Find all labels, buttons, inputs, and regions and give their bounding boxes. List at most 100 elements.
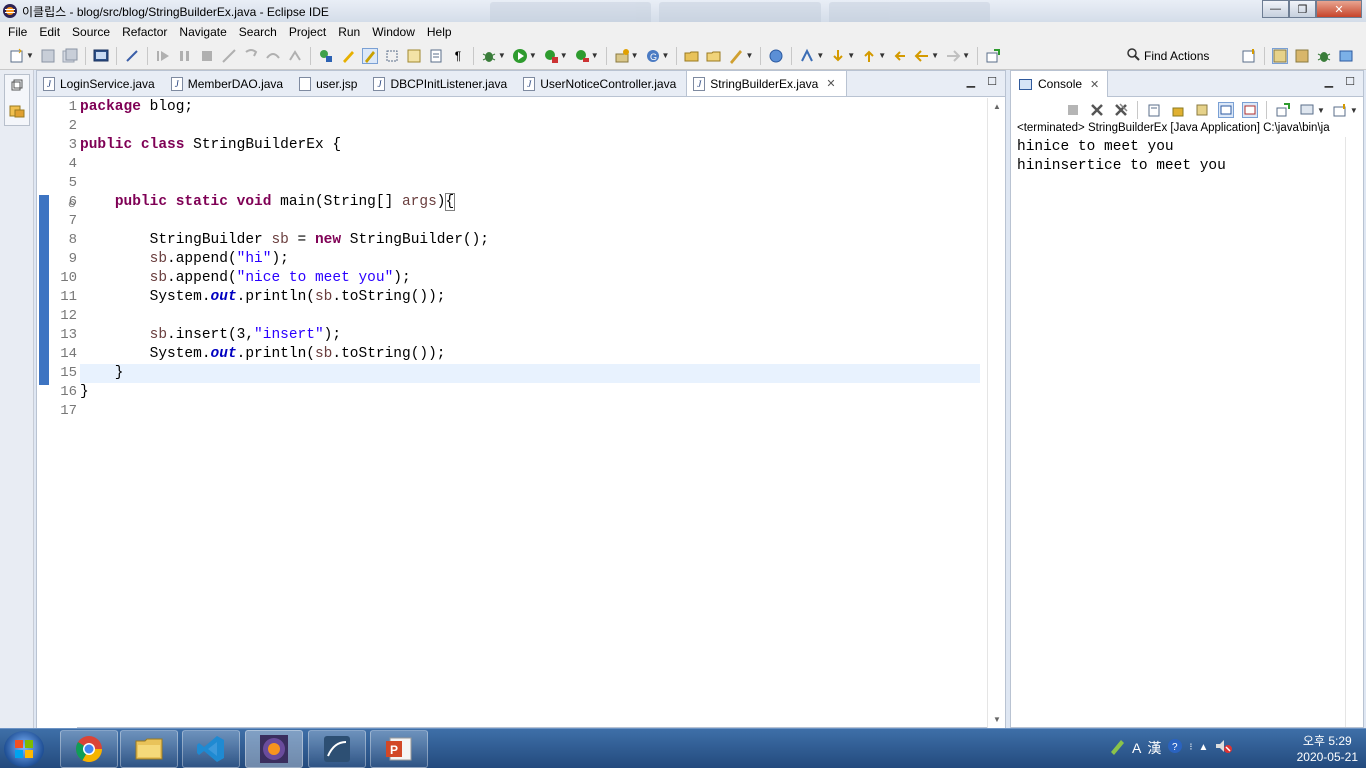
show-hidden-icons-icon[interactable]: ▲ xyxy=(1199,742,1209,753)
open-type-icon[interactable] xyxy=(318,48,334,64)
open-console-dropdown-icon[interactable]: ▼ xyxy=(1350,106,1358,115)
save-all-icon[interactable] xyxy=(62,48,78,64)
back-dropdown-icon[interactable]: ▼ xyxy=(931,51,939,60)
coverage-icon[interactable] xyxy=(543,48,559,64)
scroll-lock-icon[interactable] xyxy=(1170,102,1186,118)
new-class-icon[interactable]: G xyxy=(645,48,661,64)
word-wrap-console-icon[interactable] xyxy=(1194,102,1210,118)
pilcrow-icon[interactable]: ¶ xyxy=(450,48,466,64)
forward-dropdown-icon[interactable]: ▼ xyxy=(962,51,970,60)
open-task-icon[interactable] xyxy=(706,48,722,64)
windows-start-button[interactable] xyxy=(4,731,44,767)
debug-perspective-icon[interactable] xyxy=(1316,48,1332,64)
tab-login-service[interactable]: J LoginService.java xyxy=(37,72,165,96)
volume-muted-icon[interactable] xyxy=(1214,738,1233,757)
annotation-icon[interactable] xyxy=(799,48,815,64)
taskbar-powerpoint[interactable]: P xyxy=(370,730,428,768)
debug-icon[interactable] xyxy=(481,48,497,64)
run-icon[interactable] xyxy=(512,48,528,64)
open-console-icon[interactable] xyxy=(1332,102,1348,118)
menu-window[interactable]: Window xyxy=(366,22,421,42)
package-explorer-icon[interactable] xyxy=(9,102,25,121)
new-icon[interactable] xyxy=(9,48,25,64)
menu-navigate[interactable]: Navigate xyxy=(173,22,232,42)
mark-occurrences-icon[interactable] xyxy=(361,47,378,64)
tab-member-dao[interactable]: J MemberDAO.java xyxy=(165,72,293,96)
code-area[interactable]: 1 2 3 4 5 6 7 8 9 10 11 12 13 14 15 16 17 ⊖ package blog… xyxy=(37,98,989,728)
new-server-dropdown-icon[interactable]: ▼ xyxy=(631,51,639,60)
prev-annotation-dropdown-icon[interactable]: ▼ xyxy=(878,51,886,60)
ime-options-icon[interactable]: ⁝ xyxy=(1189,742,1192,753)
menu-edit[interactable]: Edit xyxy=(33,22,66,42)
coverage-dropdown-icon[interactable]: ▼ xyxy=(560,51,568,60)
minimize-pane-icon[interactable]: ▁ xyxy=(967,75,975,88)
display-console-dropdown-icon[interactable]: ▼ xyxy=(1317,106,1325,115)
menu-file[interactable]: File xyxy=(2,22,33,42)
tab-console[interactable]: Console ✕ xyxy=(1011,71,1109,97)
console-output[interactable]: hinice to meet you hininsertice to meet … xyxy=(1017,138,1226,176)
back-icon[interactable] xyxy=(914,48,930,64)
external-tools-dropdown-icon[interactable]: ▼ xyxy=(591,51,599,60)
restore-icon[interactable] xyxy=(11,79,23,94)
menu-help[interactable]: Help xyxy=(421,22,458,42)
menu-search[interactable]: Search xyxy=(233,22,283,42)
taskbar-vscode[interactable] xyxy=(182,730,240,768)
taskbar-clock[interactable]: 오후 5:29 2020-05-21 xyxy=(1297,733,1358,765)
ime-tool-icon[interactable] xyxy=(1108,737,1126,758)
show-whitespace-icon[interactable] xyxy=(428,48,444,64)
debug-dropdown-icon[interactable]: ▼ xyxy=(498,51,506,60)
minimize-console-icon[interactable]: ▁ xyxy=(1325,75,1333,88)
search-dropdown-icon[interactable]: ▼ xyxy=(745,51,753,60)
find-actions-button[interactable]: Find Actions xyxy=(1126,47,1209,64)
taskbar-file-explorer[interactable] xyxy=(120,730,178,768)
forward-icon[interactable] xyxy=(945,48,961,64)
pin-console-icon[interactable] xyxy=(1275,102,1291,118)
annotation-dropdown-icon[interactable]: ▼ xyxy=(816,51,824,60)
last-edit-icon[interactable] xyxy=(892,48,908,64)
save-icon[interactable] xyxy=(40,48,56,64)
taskbar-eclipse-javaee[interactable] xyxy=(245,730,303,768)
search-pencil-icon[interactable] xyxy=(728,48,744,64)
next-annotation-dropdown-icon[interactable]: ▼ xyxy=(847,51,855,60)
show-on-stdout-icon[interactable] xyxy=(1218,102,1234,118)
new-class-dropdown-icon[interactable]: ▼ xyxy=(662,51,670,60)
maximize-pane-icon[interactable]: ☐ xyxy=(987,75,997,88)
open-folder-icon[interactable] xyxy=(684,48,700,64)
scroll-down-icon[interactable]: ▼ xyxy=(993,715,1001,724)
run-dropdown-icon[interactable]: ▼ xyxy=(529,51,537,60)
toggle-highlight-icon[interactable] xyxy=(340,48,356,64)
help-icon[interactable]: ? xyxy=(1167,738,1183,757)
globe-icon[interactable] xyxy=(768,48,784,64)
clear-console-icon[interactable] xyxy=(1146,102,1162,118)
menu-project[interactable]: Project xyxy=(283,22,332,42)
ime-hanja-indicator[interactable]: 漢 xyxy=(1147,738,1161,758)
block-selection-icon[interactable] xyxy=(384,48,400,64)
show-on-stderr-icon[interactable] xyxy=(1242,102,1258,118)
menu-source[interactable]: Source xyxy=(66,22,116,42)
menu-run[interactable]: Run xyxy=(332,22,366,42)
tab-user-jsp[interactable]: user.jsp xyxy=(293,72,367,96)
java-perspective-icon[interactable] xyxy=(1294,48,1310,64)
console-vertical-scrollbar[interactable] xyxy=(1345,137,1363,727)
prev-annotation-icon[interactable] xyxy=(861,48,877,64)
menu-refactor[interactable]: Refactor xyxy=(116,22,173,42)
pin-editor-icon[interactable] xyxy=(985,48,1001,64)
ime-language-indicator[interactable]: A xyxy=(1132,740,1141,756)
next-annotation-icon[interactable] xyxy=(830,48,846,64)
maximize-console-icon[interactable]: ☐ xyxy=(1345,75,1355,88)
minimize-button[interactable]: — xyxy=(1262,0,1289,18)
external-tools-icon[interactable] xyxy=(574,48,590,64)
tab-user-notice-controller[interactable]: J UserNoticeController.java xyxy=(517,72,686,96)
tab-string-builder-ex[interactable]: J StringBuilderEx.java ✕ xyxy=(686,70,847,96)
maximize-button[interactable]: ❐ xyxy=(1289,0,1316,18)
display-console-icon[interactable] xyxy=(1299,102,1315,118)
new-dropdown-icon[interactable]: ▼ xyxy=(26,51,34,60)
skip-breakpoints-icon[interactable] xyxy=(124,48,140,64)
close-console-icon[interactable]: ✕ xyxy=(1090,78,1099,91)
new-server-icon[interactable] xyxy=(614,48,630,64)
terminal-icon[interactable] xyxy=(93,48,109,64)
scroll-up-icon[interactable]: ▲ xyxy=(993,102,1001,111)
fold-collapse-icon[interactable]: ⊖ xyxy=(68,199,76,210)
taskbar-mysql-workbench[interactable] xyxy=(308,730,366,768)
open-perspective-icon[interactable] xyxy=(1241,48,1257,64)
